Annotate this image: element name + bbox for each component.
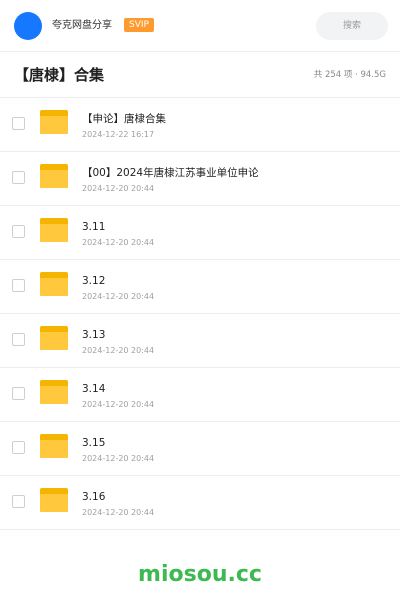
item-date: 2024-12-22 16:17 — [82, 130, 155, 139]
select-checkbox[interactable] — [12, 333, 25, 346]
select-checkbox[interactable] — [12, 441, 25, 454]
list-item[interactable]: 3.11 2024-12-20 20:44 — [0, 206, 400, 260]
svip-badge: SVIP — [124, 18, 154, 32]
item-name: 3.11 — [82, 221, 106, 233]
list-item[interactable]: 【00】2024年唐棣江苏事业单位申论 2024-12-20 20:44 — [0, 152, 400, 206]
folder-icon — [40, 380, 68, 404]
search-button[interactable]: 搜索 — [316, 12, 388, 40]
avatar[interactable] — [14, 12, 42, 40]
item-name: 3.15 — [82, 437, 106, 449]
share-owner-name[interactable]: 夸克网盘分享 — [52, 19, 112, 33]
select-checkbox[interactable] — [12, 171, 25, 184]
item-date: 2024-12-20 20:44 — [82, 508, 155, 517]
list-item[interactable]: 【申论】唐棣合集 2024-12-22 16:17 — [0, 98, 400, 152]
item-name: 【申论】唐棣合集 — [82, 113, 166, 125]
item-name: 3.12 — [82, 275, 106, 287]
select-checkbox[interactable] — [12, 387, 25, 400]
search-label: 搜索 — [342, 21, 361, 31]
folder-icon — [40, 434, 68, 458]
folder-meta: 共 254 项 · 94.5G — [313, 70, 386, 80]
list-item[interactable]: 3.15 2024-12-20 20:44 — [0, 422, 400, 476]
select-checkbox[interactable] — [12, 225, 25, 238]
item-date: 2024-12-20 20:44 — [82, 454, 155, 463]
folder-icon — [40, 326, 68, 350]
select-checkbox[interactable] — [12, 495, 25, 508]
item-date: 2024-12-20 20:44 — [82, 292, 155, 301]
item-date: 2024-12-20 20:44 — [82, 400, 155, 409]
page-title: 【唐棣】合集 — [14, 66, 105, 84]
list-item[interactable]: 3.12 2024-12-20 20:44 — [0, 260, 400, 314]
list-item[interactable]: 3.16 2024-12-20 20:44 — [0, 476, 400, 530]
item-name: 【00】2024年唐棣江苏事业单位申论 — [82, 167, 259, 179]
item-date: 2024-12-20 20:44 — [82, 346, 155, 355]
list-item[interactable]: 3.14 2024-12-20 20:44 — [0, 368, 400, 422]
select-checkbox[interactable] — [12, 117, 25, 130]
item-name: 3.16 — [82, 491, 106, 503]
file-list: 【申论】唐棣合集 2024-12-22 16:17 【00】2024年唐棣江苏事… — [0, 98, 400, 530]
folder-icon — [40, 488, 68, 512]
item-date: 2024-12-20 20:44 — [82, 184, 155, 193]
folder-icon — [40, 272, 68, 296]
item-date: 2024-12-20 20:44 — [82, 238, 155, 247]
item-name: 3.14 — [82, 383, 106, 395]
share-header: 夸克网盘分享 SVIP 搜索 — [0, 0, 400, 52]
folder-icon — [40, 164, 68, 188]
select-checkbox[interactable] — [12, 279, 25, 292]
folder-title-row: 【唐棣】合集 共 254 项 · 94.5G — [0, 52, 400, 98]
folder-icon — [40, 110, 68, 134]
folder-icon — [40, 218, 68, 242]
watermark: miosou.cc — [138, 562, 262, 587]
item-name: 3.13 — [82, 329, 106, 341]
list-item[interactable]: 3.13 2024-12-20 20:44 — [0, 314, 400, 368]
